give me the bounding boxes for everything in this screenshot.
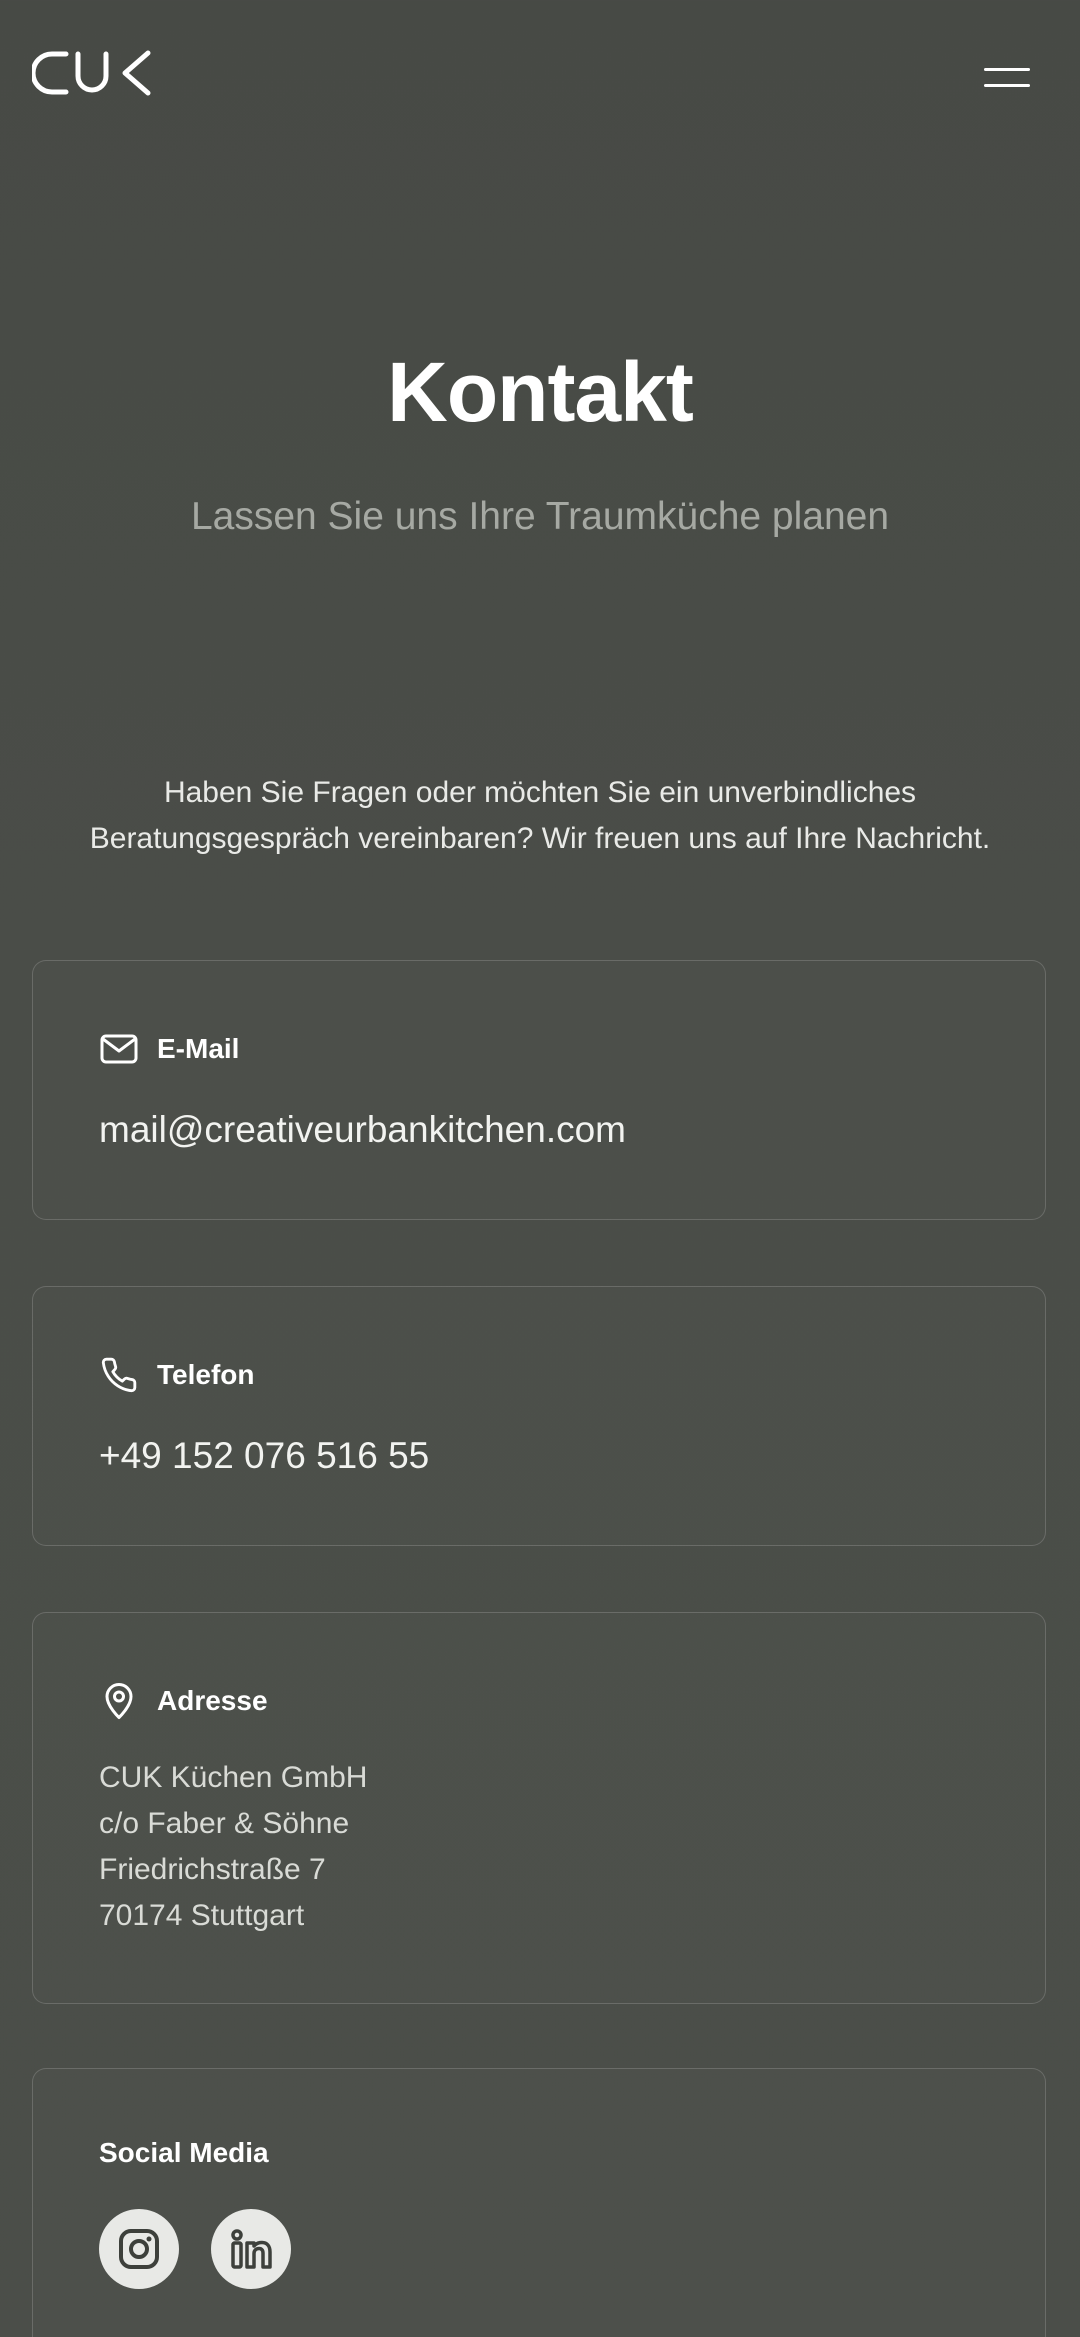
logo[interactable] xyxy=(30,50,154,96)
hamburger-icon[interactable] xyxy=(980,62,1032,92)
page-title: Kontakt xyxy=(387,345,694,439)
phone-card: Telefon +49 152 076 516 55 xyxy=(32,1286,1046,1546)
email-label: E-Mail xyxy=(157,1033,240,1064)
address-card-header: Adresse xyxy=(99,1681,268,1721)
address-label: Adresse xyxy=(157,1685,268,1716)
address-line: 70174 Stuttgart xyxy=(99,1899,305,1932)
address-card: Adresse CUK Küchen GmbH c/o Faber & Söhn… xyxy=(32,1612,1046,2004)
email-card-header: E-Mail xyxy=(99,1029,239,1069)
page-subtitle: Lassen Sie uns Ihre Traumküche planen xyxy=(190,495,890,538)
email-link[interactable]: mail@creativeurbankitchen.com xyxy=(99,1107,626,1153)
social-card-header: Social Media xyxy=(99,2137,269,2169)
social-card: Social Media xyxy=(32,2068,1046,2337)
intro-text: Haben Sie Fragen oder möchten Sie ein un… xyxy=(40,770,1040,862)
address-line: CUK Küchen GmbH xyxy=(99,1761,368,1794)
site-header xyxy=(0,0,1080,150)
map-pin-icon xyxy=(99,1681,139,1721)
phone-label: Telefon xyxy=(157,1359,255,1390)
intro-line-1: Haben Sie Fragen oder möchten Sie ein un… xyxy=(163,776,917,809)
instagram-icon xyxy=(119,2229,159,2269)
phone-icon xyxy=(99,1355,139,1395)
cuk-logo-icon xyxy=(30,50,151,96)
address-line: c/o Faber & Söhne xyxy=(99,1807,350,1840)
social-icons xyxy=(99,2209,291,2289)
mail-icon xyxy=(99,1029,139,1069)
email-card: E-Mail mail@creativeurbankitchen.com xyxy=(32,960,1046,1220)
linkedin-button[interactable] xyxy=(211,2209,291,2289)
phone-card-header: Telefon xyxy=(99,1355,254,1395)
social-label: Social Media xyxy=(99,2137,269,2168)
phone-link[interactable]: +49 152 076 516 55 xyxy=(99,1433,429,1479)
address-line: Friedrichstraße 7 xyxy=(99,1853,326,1886)
intro-line-2: Beratungsgespräch vereinbaren? Wir freue… xyxy=(89,822,991,855)
linkedin-icon xyxy=(231,2229,272,2269)
address-lines: CUK Küchen GmbH c/o Faber & Söhne Friedr… xyxy=(99,1755,367,1939)
instagram-button[interactable] xyxy=(99,2209,179,2289)
